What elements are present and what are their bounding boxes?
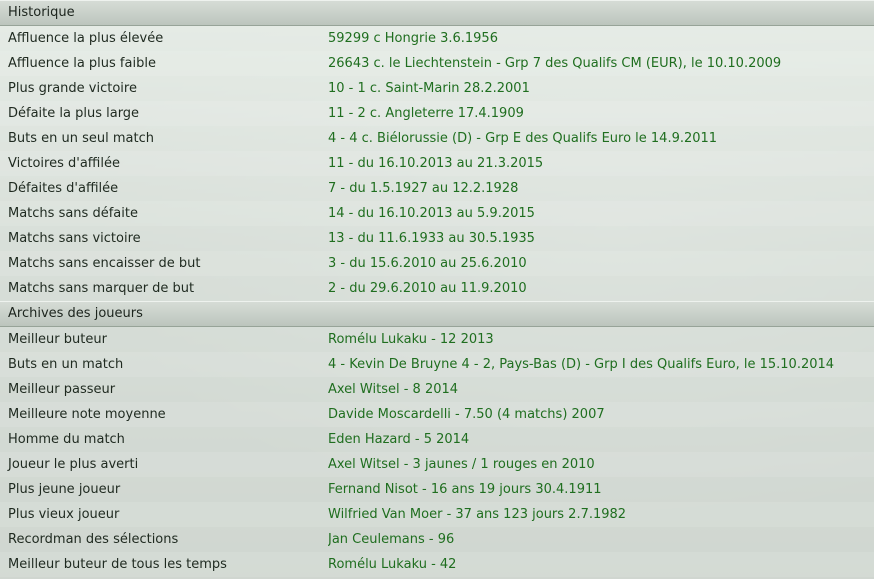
record-value[interactable]: 11 - du 16.10.2013 au 21.3.2015 [328, 151, 543, 176]
record-label: Meilleure note moyenne [8, 407, 166, 422]
record-row: Meilleure note moyenne Davide Moscardelli… [0, 402, 874, 427]
record-value[interactable]: Davide Moscardelli - 7.50 (4 matchs) 200… [328, 402, 605, 427]
record-label: Matchs sans défaite [8, 206, 138, 221]
historique-rows: Affluence la plus élevée 59299 c Hongrie … [0, 26, 874, 301]
record-value[interactable]: Jan Ceulemans - 96 [328, 527, 454, 552]
record-value[interactable]: 14 - du 16.10.2013 au 5.9.2015 [328, 201, 535, 226]
record-row: Buts en un seul match 4 - 4 c. Biélorussi… [0, 126, 874, 151]
record-value[interactable]: Romélu Lukaku - 12 2013 [328, 327, 494, 352]
record-label: Matchs sans encaisser de but [8, 256, 201, 271]
record-value[interactable]: 11 - 2 c. Angleterre 17.4.1909 [328, 101, 524, 126]
record-label: Plus vieux joueur [8, 507, 120, 522]
record-label: Joueur le plus averti [8, 457, 139, 472]
record-label: Plus grande victoire [8, 81, 137, 96]
record-row: Matchs sans défaite 14 - du 16.10.2013 au… [0, 201, 874, 226]
record-value[interactable]: Wilfried Van Moer - 37 ans 123 jours 2.7… [328, 502, 626, 527]
record-row: Matchs sans encaisser de but 3 - du 15.6.… [0, 251, 874, 276]
record-label: Meilleur buteur de tous les temps [8, 557, 227, 572]
record-row: Buts en un match 4 - Kevin De Bruyne 4 - … [0, 352, 874, 377]
record-value[interactable]: 3 - du 15.6.2010 au 25.6.2010 [328, 251, 527, 276]
record-row: Meilleur passeur Axel Witsel - 8 2014 [0, 377, 874, 402]
record-row: Défaites d'affilée 7 - du 1.5.1927 au 12.… [0, 176, 874, 201]
record-value[interactable]: 4 - 4 c. Biélorussie (D) - Grp E des Qua… [328, 126, 717, 151]
record-row: Victoires d'affilée 11 - du 16.10.2013 au… [0, 151, 874, 176]
record-label: Plus jeune joueur [8, 482, 121, 497]
record-value[interactable]: 10 - 1 c. Saint-Marin 28.2.2001 [328, 76, 530, 101]
record-row: Plus grande victoire 10 - 1 c. Saint-Mari… [0, 76, 874, 101]
record-label: Défaites d'affilée [8, 181, 119, 196]
record-label: Buts en un seul match [8, 131, 155, 146]
record-label: Homme du match [8, 432, 125, 447]
section-header-historique: Historique [0, 0, 874, 26]
record-row: Affluence la plus élevée 59299 c Hongrie … [0, 26, 874, 51]
record-row: Défaite la plus large 11 - 2 c. Angleterr… [0, 101, 874, 126]
record-label: Buts en un match [8, 357, 124, 372]
record-row: Plus jeune joueur Fernand Nisot - 16 ans … [0, 477, 874, 502]
record-label: Défaite la plus large [8, 106, 140, 121]
record-row: Recordman des sélections Jan Ceulemans - … [0, 527, 874, 552]
record-row: Meilleur buteur de tous les temps Romélu … [0, 552, 874, 577]
record-value[interactable]: 4 - Kevin De Bruyne 4 - 2, Pays-Bas (D) … [328, 352, 834, 377]
record-value[interactable]: Axel Witsel - 8 2014 [328, 377, 458, 402]
record-row: Matchs sans victoire 13 - du 11.6.1933 au… [0, 226, 874, 251]
records-content: Historique Affluence la plus élevée 59299… [0, 0, 874, 577]
record-value[interactable]: Romélu Lukaku - 42 [328, 552, 456, 577]
record-value[interactable]: 13 - du 11.6.1933 au 30.5.1935 [328, 226, 535, 251]
record-value[interactable]: Fernand Nisot - 16 ans 19 jours 30.4.191… [328, 477, 602, 502]
record-value[interactable]: Axel Witsel - 3 jaunes / 1 rouges en 201… [328, 452, 595, 477]
record-value[interactable]: 2 - du 29.6.2010 au 11.9.2010 [328, 276, 527, 301]
record-label: Recordman des sélections [8, 532, 179, 547]
records-panel: Historique Affluence la plus élevée 59299… [0, 0, 874, 579]
record-row: Meilleur buteur Romélu Lukaku - 12 2013 [0, 327, 874, 352]
record-value[interactable]: Eden Hazard - 5 2014 [328, 427, 469, 452]
archives-rows: Meilleur buteur Romélu Lukaku - 12 2013 B… [0, 327, 874, 577]
record-label: Affluence la plus faible [8, 56, 156, 71]
record-row: Joueur le plus averti Axel Witsel - 3 jau… [0, 452, 874, 477]
record-row: Homme du match Eden Hazard - 5 2014 [0, 427, 874, 452]
record-value[interactable]: 59299 c Hongrie 3.6.1956 [328, 26, 498, 51]
record-label: Meilleur passeur [8, 382, 116, 397]
record-row: Plus vieux joueur Wilfried Van Moer - 37 … [0, 502, 874, 527]
record-label: Victoires d'affilée [8, 156, 120, 171]
record-row: Affluence la plus faible 26643 c. le Liec… [0, 51, 874, 76]
record-label: Meilleur buteur [8, 332, 107, 347]
record-label: Matchs sans marquer de but [8, 281, 195, 296]
section-header-archives: Archives des joueurs [0, 301, 874, 327]
record-label: Matchs sans victoire [8, 231, 141, 246]
record-value[interactable]: 26643 c. le Liechtenstein - Grp 7 des Qu… [328, 51, 781, 76]
record-row: Matchs sans marquer de but 2 - du 29.6.20… [0, 276, 874, 301]
record-label: Affluence la plus élevée [8, 31, 164, 46]
record-value[interactable]: 7 - du 1.5.1927 au 12.2.1928 [328, 176, 518, 201]
